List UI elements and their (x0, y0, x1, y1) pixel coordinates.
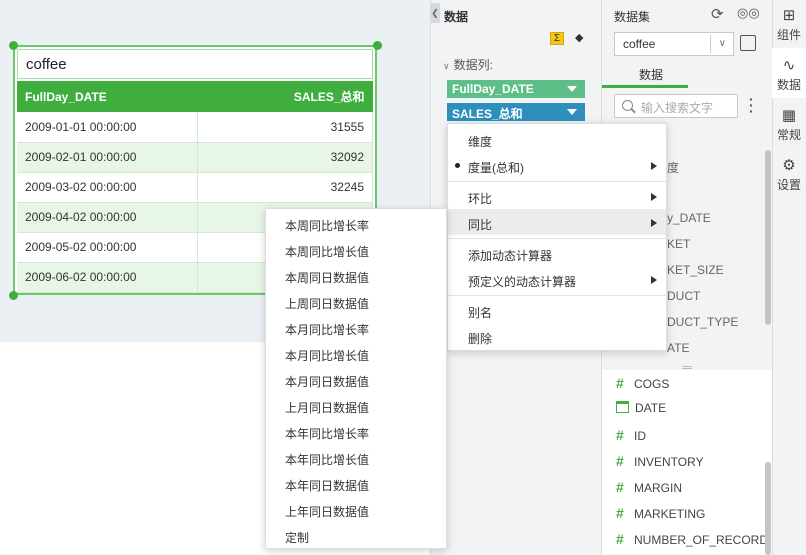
scrollbar-lower[interactable] (765, 462, 771, 555)
field-item[interactable]: # INVENTORY (616, 453, 704, 469)
dataset-panel-title: 数据集 (614, 10, 651, 24)
data-line-icon: ∿ (782, 57, 796, 74)
measure-icon: # (616, 505, 624, 521)
measure-icon: # (616, 375, 624, 391)
widget-title[interactable]: coffee (17, 49, 373, 79)
menu-item-delete[interactable]: 删除 (468, 330, 492, 347)
menu-item-yoy[interactable]: 同比 (468, 216, 492, 233)
date-cell: 2009-05-02 00:00:00 (17, 232, 198, 263)
more-options-icon[interactable]: · · · (749, 92, 754, 118)
refresh-icon[interactable]: ⟳ (711, 5, 724, 23)
submenu-item[interactable]: 本周同日数据值 (285, 269, 369, 286)
date-cell: 2009-06-02 00:00:00 (17, 262, 198, 293)
link-dataset-icon[interactable]: ◎◎ (737, 5, 760, 21)
field-partial: y_DATE (667, 211, 711, 225)
gear-icon: ⚙ (782, 157, 796, 174)
panel-splitter[interactable] (682, 366, 692, 369)
submenu-arrow-icon (651, 193, 657, 201)
tag-sales-sum[interactable]: SALES_总和 (447, 103, 585, 121)
caret-down-icon[interactable] (567, 86, 577, 92)
sales-cell: 31555 (197, 112, 373, 143)
search-icon (622, 100, 633, 111)
submenu-item[interactable]: 本月同比增长率 (285, 321, 369, 338)
submenu-arrow-icon (651, 276, 657, 284)
submenu-arrow-icon (651, 219, 657, 227)
submenu-item[interactable]: 本年同日数据值 (285, 477, 369, 494)
column-header-sales[interactable]: SALES_总和 (197, 81, 373, 112)
eraser-icon[interactable]: ◆ (575, 31, 583, 44)
date-cell: 2009-01-01 00:00:00 (17, 112, 198, 143)
tag-fullday-date[interactable]: FullDay_DATE (447, 80, 585, 98)
field-item[interactable]: DATE (616, 401, 666, 415)
caret-down-icon[interactable] (567, 109, 577, 115)
tab-data[interactable]: 数据 (614, 66, 688, 83)
submenu-item-custom[interactable]: 定制 (285, 529, 309, 546)
search-input[interactable]: 输入搜索文字 (614, 94, 738, 118)
field-item[interactable]: # MARKETING (616, 505, 705, 521)
edit-icon[interactable] (740, 35, 756, 51)
submenu-item[interactable]: 本年同比增长值 (285, 451, 369, 468)
calendar-icon (616, 401, 629, 413)
dataset-select[interactable]: coffee ∨ (614, 32, 734, 56)
toolbar-settings[interactable]: ⚙ 设置 (772, 156, 806, 193)
resize-handle-bottom-left[interactable] (9, 291, 18, 300)
toolbar-components[interactable]: ⊞ 组件 (772, 6, 806, 43)
measure-icon: # (616, 479, 624, 495)
menu-item-dimension[interactable]: 维度 (468, 133, 492, 150)
selected-bullet-icon (455, 163, 460, 168)
date-cell: 2009-02-01 00:00:00 (17, 142, 198, 173)
context-menu: 维度 度量(总和) 环比 同比 添加动态计算器 预定义的动态计算器 别名 删除 (447, 123, 668, 351)
date-cell: 2009-04-02 00:00:00 (17, 202, 198, 233)
tab-underline (602, 85, 688, 88)
submenu-item[interactable]: 上月同日数据值 (285, 399, 369, 416)
yoy-submenu: 本周同比增长率 本周同比增长值 本周同日数据值 上周同日数据值 本月同比增长率 … (265, 208, 447, 549)
field-partial: DUCT (667, 289, 701, 303)
measure-icon: # (616, 427, 624, 443)
menu-item-mom[interactable]: 环比 (468, 190, 492, 207)
date-cell: 2009-03-02 00:00:00 (17, 172, 198, 203)
measure-icon: # (616, 531, 624, 547)
column-header-date[interactable]: FullDay_DATE (17, 81, 197, 112)
field-item[interactable]: # ID (616, 427, 646, 443)
menu-item-measure[interactable]: 度量(总和) (468, 159, 524, 176)
table-row[interactable]: 2009-01-01 00:00:00 31555 (17, 112, 373, 143)
menu-item-add-calculator[interactable]: 添加动态计算器 (468, 247, 552, 264)
submenu-item[interactable]: 本周同比增长值 (285, 243, 369, 260)
menu-item-alias[interactable]: 别名 (468, 304, 492, 321)
submenu-item[interactable]: 本月同日数据值 (285, 373, 369, 390)
submenu-item[interactable]: 本月同比增长值 (285, 347, 369, 364)
field-item[interactable]: # MARGIN (616, 479, 682, 495)
menu-item-predefined-calculator[interactable]: 预定义的动态计算器 (468, 273, 576, 290)
table-row[interactable]: 2009-02-01 00:00:00 32092 (17, 142, 373, 173)
grid-icon: ▦ (781, 107, 797, 124)
toolbar-general[interactable]: ▦ 常规 (772, 106, 806, 143)
collapse-panel-icon[interactable]: ❮ (430, 3, 440, 23)
components-icon: ⊞ (782, 7, 796, 24)
resize-handle-top-left[interactable] (9, 41, 18, 50)
chevron-down-icon[interactable]: ∨ (443, 61, 450, 71)
sales-cell: 32092 (197, 142, 373, 173)
submenu-item[interactable]: 本年同比增长率 (285, 425, 369, 442)
sales-cell: 32245 (197, 172, 373, 203)
field-partial: KET (667, 237, 691, 251)
submenu-item[interactable]: 上周同日数据值 (285, 295, 369, 312)
field-partial: 度 (667, 161, 680, 175)
sum-icon[interactable]: Σ (550, 32, 564, 45)
scrollbar-upper[interactable] (765, 150, 771, 325)
data-columns-label: ∨ 数据列: (443, 58, 493, 72)
submenu-arrow-icon (651, 162, 657, 170)
field-item[interactable]: # COGS (616, 375, 669, 391)
field-partial: ATE (667, 341, 690, 355)
submenu-item[interactable]: 本周同比增长率 (285, 217, 369, 234)
toolbar-data[interactable]: ∿ 数据 (772, 56, 806, 93)
field-item[interactable]: # NUMBER_OF_RECORDS (616, 531, 766, 547)
field-partial: DUCT_TYPE (667, 315, 739, 329)
submenu-item[interactable]: 上年同日数据值 (285, 503, 369, 520)
field-partial: KET_SIZE (667, 263, 724, 277)
chevron-down-icon[interactable]: ∨ (719, 38, 726, 49)
measure-icon: # (616, 453, 624, 469)
resize-handle-top-right[interactable] (373, 41, 382, 50)
data-panel-title: 数据 (444, 10, 469, 24)
table-row[interactable]: 2009-03-02 00:00:00 32245 (17, 172, 373, 203)
